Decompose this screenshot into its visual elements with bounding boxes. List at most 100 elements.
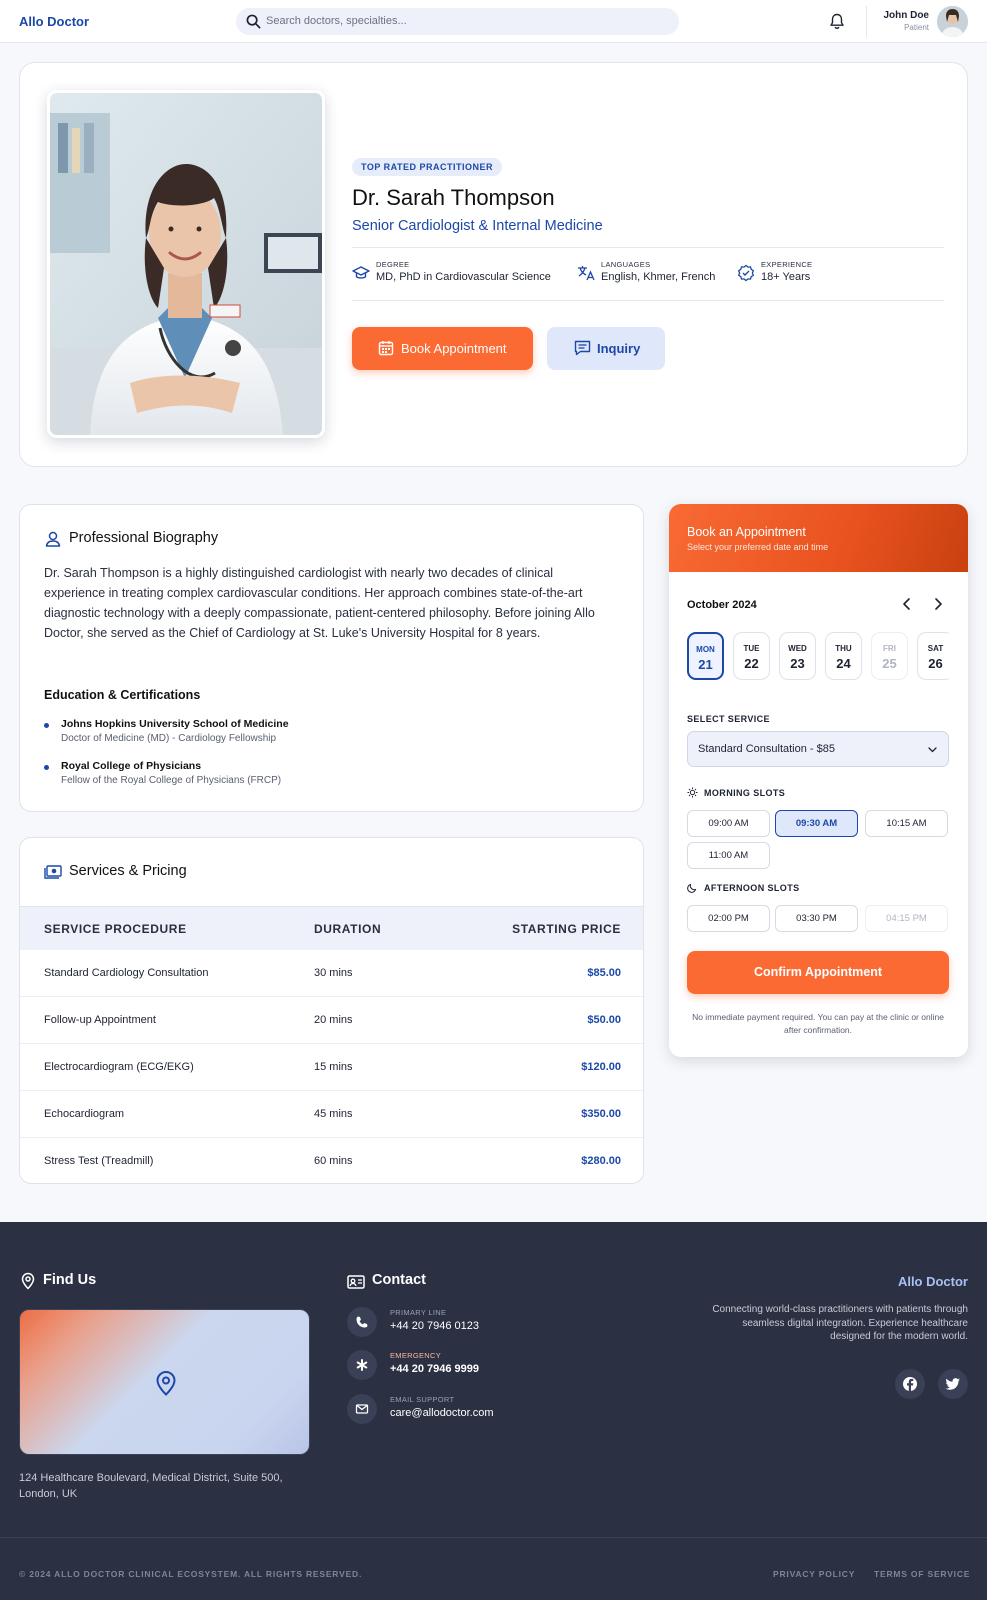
graduation-cap-icon	[352, 266, 370, 279]
translate-icon	[578, 266, 595, 281]
twitter-button[interactable]	[938, 1369, 968, 1399]
chevron-right-icon[interactable]	[931, 597, 945, 611]
day-number: 23	[790, 656, 805, 671]
date-option[interactable]: TUE 22	[733, 632, 770, 680]
time-slot[interactable]: 10:15 AM	[865, 810, 948, 837]
asterisk-icon	[356, 1359, 368, 1371]
inquiry-button[interactable]: Inquiry	[547, 327, 665, 370]
meta-label: EXPERIENCE	[761, 260, 813, 269]
doctor-name: Dr. Sarah Thompson	[352, 185, 555, 210]
chevron-left-icon[interactable]	[900, 597, 914, 611]
moon-icon	[687, 883, 697, 893]
meta-label: LANGUAGES	[601, 260, 651, 269]
table-header: SERVICE PROCEDURE DURATION STARTING PRIC…	[20, 906, 643, 950]
time-slot[interactable]: 11:00 AM	[687, 842, 770, 869]
services-card: Services & Pricing SERVICE PROCEDURE DUR…	[19, 837, 644, 1184]
contact-title: Contact	[372, 1272, 426, 1288]
service-name: Echocardiogram	[44, 1108, 125, 1120]
meta-label: DEGREE	[376, 260, 410, 269]
meta-value: 18+ Years	[761, 271, 811, 283]
sun-icon	[687, 787, 698, 798]
footer-brand[interactable]: Allo Doctor	[898, 1274, 968, 1289]
terms-of-service-link[interactable]: TERMS OF SERVICE	[874, 1569, 970, 1579]
user-avatar[interactable]	[937, 6, 968, 37]
service-duration: 15 mins	[314, 1061, 353, 1073]
service-name: Electrocardiogram (ECG/EKG)	[44, 1061, 194, 1073]
service-duration: 60 mins	[314, 1155, 353, 1167]
contact-card-icon	[347, 1275, 365, 1289]
day-of-week: FRI	[883, 644, 896, 653]
date-option[interactable]: THU 24	[825, 632, 862, 680]
location-map[interactable]	[19, 1309, 310, 1455]
inquiry-label: Inquiry	[597, 341, 641, 356]
time-slot[interactable]: 02:00 PM	[687, 905, 770, 932]
facebook-button[interactable]	[895, 1369, 925, 1399]
footer-divider	[0, 1537, 987, 1538]
day-number: 26	[928, 656, 943, 671]
book-appointment-button[interactable]: Book Appointment	[352, 327, 533, 370]
contact-label: EMERGENCY	[390, 1351, 442, 1360]
user-name[interactable]: John Doe	[883, 10, 929, 21]
table-row: Echocardiogram 45 mins $350.00	[20, 1091, 643, 1138]
contact-icon-circle	[347, 1350, 377, 1380]
date-picker-strip: MON 21 TUE 22 WED 23 THU 24 FRI 25 SAT 26	[687, 632, 949, 682]
day-of-week: SAT	[927, 644, 944, 653]
date-option[interactable]: WED 23	[779, 632, 816, 680]
privacy-policy-link[interactable]: PRIVACY POLICY	[773, 1569, 855, 1579]
chevron-down-icon	[928, 747, 937, 753]
verified-badge-icon	[737, 264, 755, 282]
time-slot[interactable]: 03:30 PM	[775, 905, 858, 932]
map-pin-icon	[156, 1371, 176, 1396]
education-name: Johns Hopkins University School of Medic…	[61, 718, 289, 730]
time-slot[interactable]: 09:00 AM	[687, 810, 770, 837]
day-number: 22	[744, 656, 759, 671]
bullet-dot	[44, 723, 49, 728]
footer: Find Us 124 Healthcare Boulevard, Medica…	[0, 1222, 987, 1600]
service-name: Standard Cardiology Consultation	[44, 967, 209, 979]
confirm-appointment-button[interactable]: Confirm Appointment	[687, 951, 949, 994]
date-option[interactable]: MON 21	[687, 632, 724, 680]
contact-icon-circle	[347, 1307, 377, 1337]
booking-widget: Book an Appointment Select your preferre…	[669, 504, 968, 1057]
day-number: 25	[882, 656, 897, 671]
services-title: Services & Pricing	[69, 863, 187, 879]
book-appointment-label: Book Appointment	[401, 341, 507, 356]
time-slot[interactable]: 09:30 AM	[775, 810, 858, 837]
service-select-label: SELECT SERVICE	[687, 714, 770, 724]
day-number: 21	[698, 657, 713, 672]
morning-slots-label: MORNING SLOTS	[704, 788, 786, 798]
booking-header: Book an Appointment Select your preferre…	[669, 504, 968, 572]
date-option[interactable]: SAT 26	[917, 632, 949, 680]
date-option[interactable]: FRI 25	[871, 632, 908, 680]
twitter-icon	[945, 1378, 960, 1390]
clinic-address: 124 Healthcare Boulevard, Medical Distri…	[19, 1472, 283, 1500]
facebook-icon	[903, 1377, 917, 1392]
contact-label: EMAIL SUPPORT	[390, 1395, 455, 1404]
booking-subtitle: Select your preferred date and time	[687, 542, 829, 552]
contact-label: PRIMARY LINE	[390, 1308, 447, 1317]
top-rated-badge: TOP RATED PRACTITIONER	[352, 158, 503, 176]
day-of-week: TUE	[743, 644, 760, 653]
notification-bell-icon[interactable]	[829, 13, 845, 30]
education-desc: Fellow of the Royal College of Physician…	[61, 775, 282, 786]
afternoon-slots-label: AFTERNOON SLOTS	[704, 883, 800, 893]
service-select[interactable]: Standard Consultation - $85	[687, 731, 949, 767]
payment-note: No immediate payment required. You can p…	[692, 1012, 944, 1035]
contact-icon-circle	[347, 1394, 377, 1424]
service-name: Stress Test (Treadmill)	[44, 1155, 154, 1167]
meta-value: English, Khmer, French	[601, 271, 716, 283]
app-logo[interactable]: Allo Doctor	[19, 14, 89, 29]
doctor-profile-card: TOP RATED PRACTITIONER Dr. Sarah Thompso…	[19, 62, 968, 467]
biography-title: Professional Biography	[69, 530, 219, 546]
copyright-text: © 2024 ALLO DOCTOR CLINICAL ECOSYSTEM. A…	[19, 1569, 363, 1579]
service-price: $50.00	[587, 1014, 621, 1026]
footer-description: Connecting world-class practitioners wit…	[712, 1304, 968, 1342]
service-price: $120.00	[581, 1061, 621, 1073]
service-name: Follow-up Appointment	[44, 1014, 156, 1026]
table-row: Standard Cardiology Consultation 30 mins…	[20, 950, 643, 997]
booking-title: Book an Appointment	[687, 525, 806, 539]
service-price: $85.00	[587, 967, 621, 979]
service-duration: 20 mins	[314, 1014, 353, 1026]
search-input[interactable]: Search doctors, specialties...	[236, 8, 679, 35]
phone-icon	[356, 1316, 368, 1328]
